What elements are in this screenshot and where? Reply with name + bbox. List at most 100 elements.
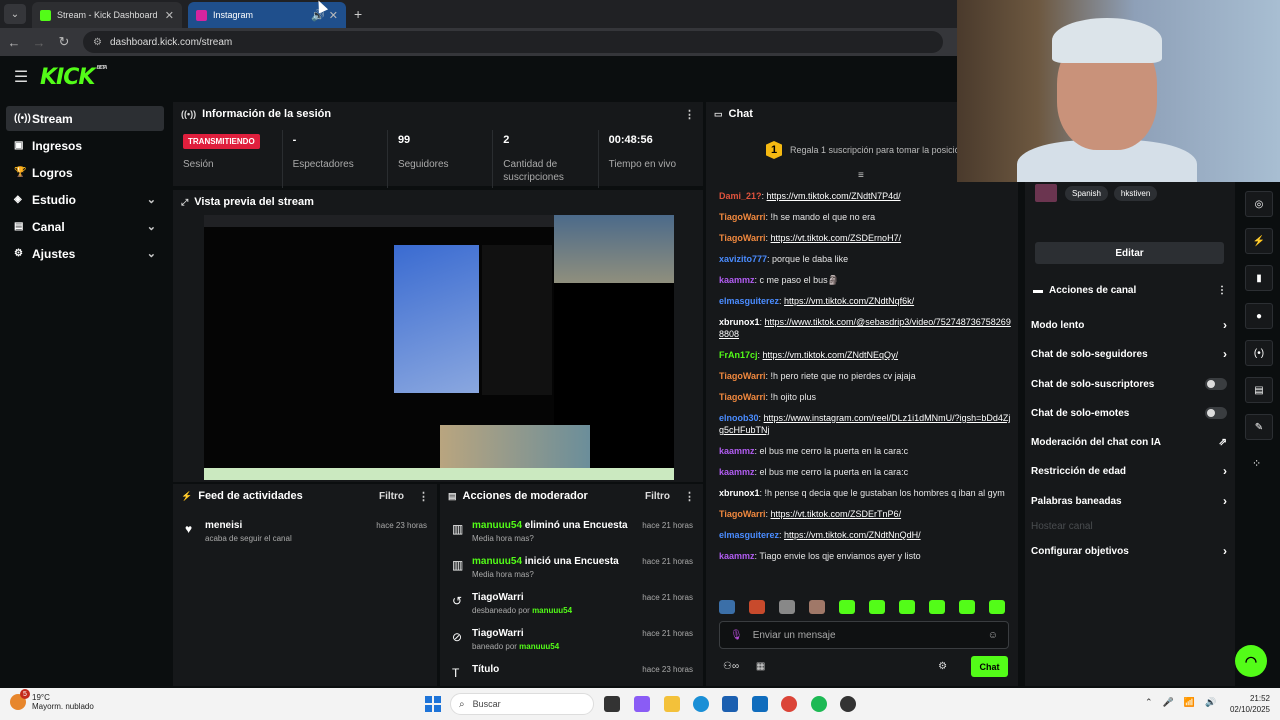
- filter-lines-icon[interactable]: ≡: [858, 170, 864, 181]
- more-options-icon[interactable]: ⋮: [418, 490, 429, 503]
- emote-icon[interactable]: [719, 600, 735, 614]
- wrench-icon[interactable]: ✎: [1245, 414, 1273, 440]
- emote-icon[interactable]: [809, 600, 825, 614]
- chat-username[interactable]: TiagoWarri: [719, 233, 766, 243]
- tag[interactable]: Spanish: [1065, 185, 1108, 201]
- filter-button[interactable]: Filtro: [645, 491, 670, 502]
- sidebar-item-logros[interactable]: 🏆 Logros: [6, 160, 164, 185]
- filter-button[interactable]: Filtro: [379, 491, 404, 502]
- chat-username[interactable]: xavizito777: [719, 254, 767, 264]
- clock[interactable]: 21:52 02/10/2025: [1230, 693, 1270, 715]
- feed-user[interactable]: meneisi: [205, 520, 376, 531]
- chat-username[interactable]: kaammz: [719, 467, 755, 477]
- chat-link[interactable]: https://vt.tiktok.com/ZSDErnoH7/: [771, 233, 902, 243]
- more-options-icon[interactable]: ⋮: [684, 490, 695, 503]
- mod-target-user[interactable]: TiagoWarri: [472, 592, 642, 603]
- obs-icon[interactable]: [840, 696, 856, 712]
- tab-kick-dashboard[interactable]: Stream - Kick Dashboard ✕: [32, 2, 182, 28]
- chat-username[interactable]: Dami_21?: [719, 191, 762, 201]
- back-icon[interactable]: ←: [3, 35, 25, 50]
- emotes-only-toggle[interactable]: [1205, 407, 1227, 419]
- subscribers-only-toggle[interactable]: [1205, 378, 1227, 390]
- chat-username[interactable]: TiagoWarri: [719, 392, 766, 402]
- chat-settings-icon[interactable]: ⚙: [938, 661, 947, 672]
- action-ai-moderation[interactable]: Moderación del chat con IA ⇗: [1031, 432, 1227, 452]
- edit-stream-button[interactable]: Editar: [1035, 242, 1224, 264]
- emote-icon[interactable]: [899, 600, 915, 614]
- chat-link[interactable]: https://vt.tiktok.com/ZSDErTnP6/: [771, 509, 902, 519]
- chat-username[interactable]: FrAn17cj: [719, 350, 758, 360]
- emote-icon[interactable]: [959, 600, 975, 614]
- chat-link[interactable]: https://vm.tiktok.com/ZNdtNnQdH/: [784, 530, 921, 540]
- lightning-icon[interactable]: ⚡: [1245, 228, 1273, 254]
- windows-start-icon[interactable]: [425, 696, 441, 712]
- edge-icon[interactable]: [693, 696, 709, 712]
- task-view-icon[interactable]: [604, 696, 620, 712]
- chat-username[interactable]: kaammz: [719, 275, 755, 285]
- chat-username[interactable]: kaammz: [719, 551, 755, 561]
- emote-icon[interactable]: [839, 600, 855, 614]
- sidebar-item-canal[interactable]: ▤ Canal ⌄: [6, 214, 164, 239]
- outlook-icon[interactable]: [752, 696, 768, 712]
- emote-icon[interactable]: [929, 600, 945, 614]
- taskbar-search[interactable]: ⌕ Buscar: [450, 693, 594, 715]
- weather-widget[interactable]: 5 19°C Mayorm. nublado: [10, 689, 94, 711]
- more-options-icon[interactable]: ⋮: [1217, 285, 1227, 296]
- menu-icon[interactable]: ☰: [10, 67, 32, 87]
- sidebar-item-stream[interactable]: ((•)) Stream: [6, 106, 164, 131]
- emote-icon[interactable]: [869, 600, 885, 614]
- action-age-restriction[interactable]: Restricción de edad ›: [1031, 461, 1227, 481]
- document-icon[interactable]: ▮: [1245, 265, 1273, 291]
- system-tray-icons[interactable]: ⌃🎤📶🔊: [1145, 697, 1226, 708]
- help-button[interactable]: ◠: [1235, 645, 1267, 677]
- kick-logo[interactable]: KICK BETA: [40, 65, 108, 90]
- site-info-icon[interactable]: ⚙: [93, 37, 102, 48]
- emote-icon[interactable]: [779, 600, 795, 614]
- chat-username[interactable]: elmasguiterez: [719, 296, 779, 306]
- chat-link[interactable]: https://vm.tiktok.com/ZNdtN7P4d/: [767, 191, 901, 201]
- chat-username[interactable]: kaammz: [719, 446, 755, 456]
- spotify-icon[interactable]: [811, 696, 827, 712]
- chat-username[interactable]: TiagoWarri: [719, 509, 766, 519]
- tab-list-button[interactable]: ⌄: [4, 4, 26, 24]
- chat-username[interactable]: xbrunox1: [719, 317, 760, 327]
- action-configure-goals[interactable]: Configurar objetivos ›: [1031, 541, 1227, 561]
- mod-user[interactable]: manuuu54: [472, 520, 522, 531]
- category-thumbnail[interactable]: [1035, 184, 1057, 202]
- mod-user[interactable]: manuuu54: [532, 606, 572, 615]
- chat-input[interactable]: 🎙 Enviar un mensaje ☺: [719, 621, 1009, 649]
- forward-icon[interactable]: →: [28, 35, 50, 50]
- stream-preview-video[interactable]: [204, 215, 674, 480]
- chrome-icon[interactable]: [781, 696, 797, 712]
- action-followers-only[interactable]: Chat de solo-seguidores ›: [1031, 344, 1227, 364]
- close-tab-icon[interactable]: ✕: [329, 9, 338, 22]
- action-slow-mode[interactable]: Modo lento ›: [1031, 315, 1227, 335]
- reload-icon[interactable]: ↻: [53, 34, 75, 50]
- mod-user[interactable]: manuuu54: [472, 556, 522, 567]
- sidebar-item-ajustes[interactable]: ⚙ Ajustes ⌄: [6, 241, 164, 266]
- tag[interactable]: hkstiven: [1113, 185, 1158, 201]
- chat-link[interactable]: https://vm.tiktok.com/ZNdtNEqQy/: [763, 350, 899, 360]
- close-tab-icon[interactable]: ✕: [165, 9, 174, 22]
- emote-icon[interactable]: [749, 600, 765, 614]
- more-options-icon[interactable]: ⋮: [684, 108, 695, 121]
- capture-icon[interactable]: ◎: [1245, 191, 1273, 217]
- mod-target-user[interactable]: TiagoWarri: [472, 628, 642, 639]
- chat-username[interactable]: elnoob30: [719, 413, 759, 423]
- send-chat-button[interactable]: Chat: [971, 656, 1008, 677]
- microphone-icon[interactable]: 🎙: [730, 630, 743, 641]
- url-bar[interactable]: ⚙ dashboard.kick.com/stream: [83, 31, 943, 53]
- new-tab-button[interactable]: +: [354, 6, 362, 22]
- add-widget-icon[interactable]: ⁘: [1252, 457, 1261, 470]
- emote-icon[interactable]: [989, 600, 1005, 614]
- chat-username[interactable]: TiagoWarri: [719, 212, 766, 222]
- chat-username[interactable]: elmasguiterez: [719, 530, 779, 540]
- copilot-icon[interactable]: [634, 696, 650, 712]
- chat-username[interactable]: xbrunox1: [719, 488, 760, 498]
- broadcast-icon[interactable]: (•): [1245, 340, 1273, 366]
- chat-bubble-icon[interactable]: ●: [1245, 303, 1273, 329]
- chat-link[interactable]: https://www.instagram.com/reel/DLz1i1dMN…: [719, 413, 1010, 435]
- store-icon[interactable]: ▦: [756, 661, 765, 672]
- sidebar-item-ingresos[interactable]: ▣ Ingresos: [6, 133, 164, 158]
- chat-username[interactable]: TiagoWarri: [719, 371, 766, 381]
